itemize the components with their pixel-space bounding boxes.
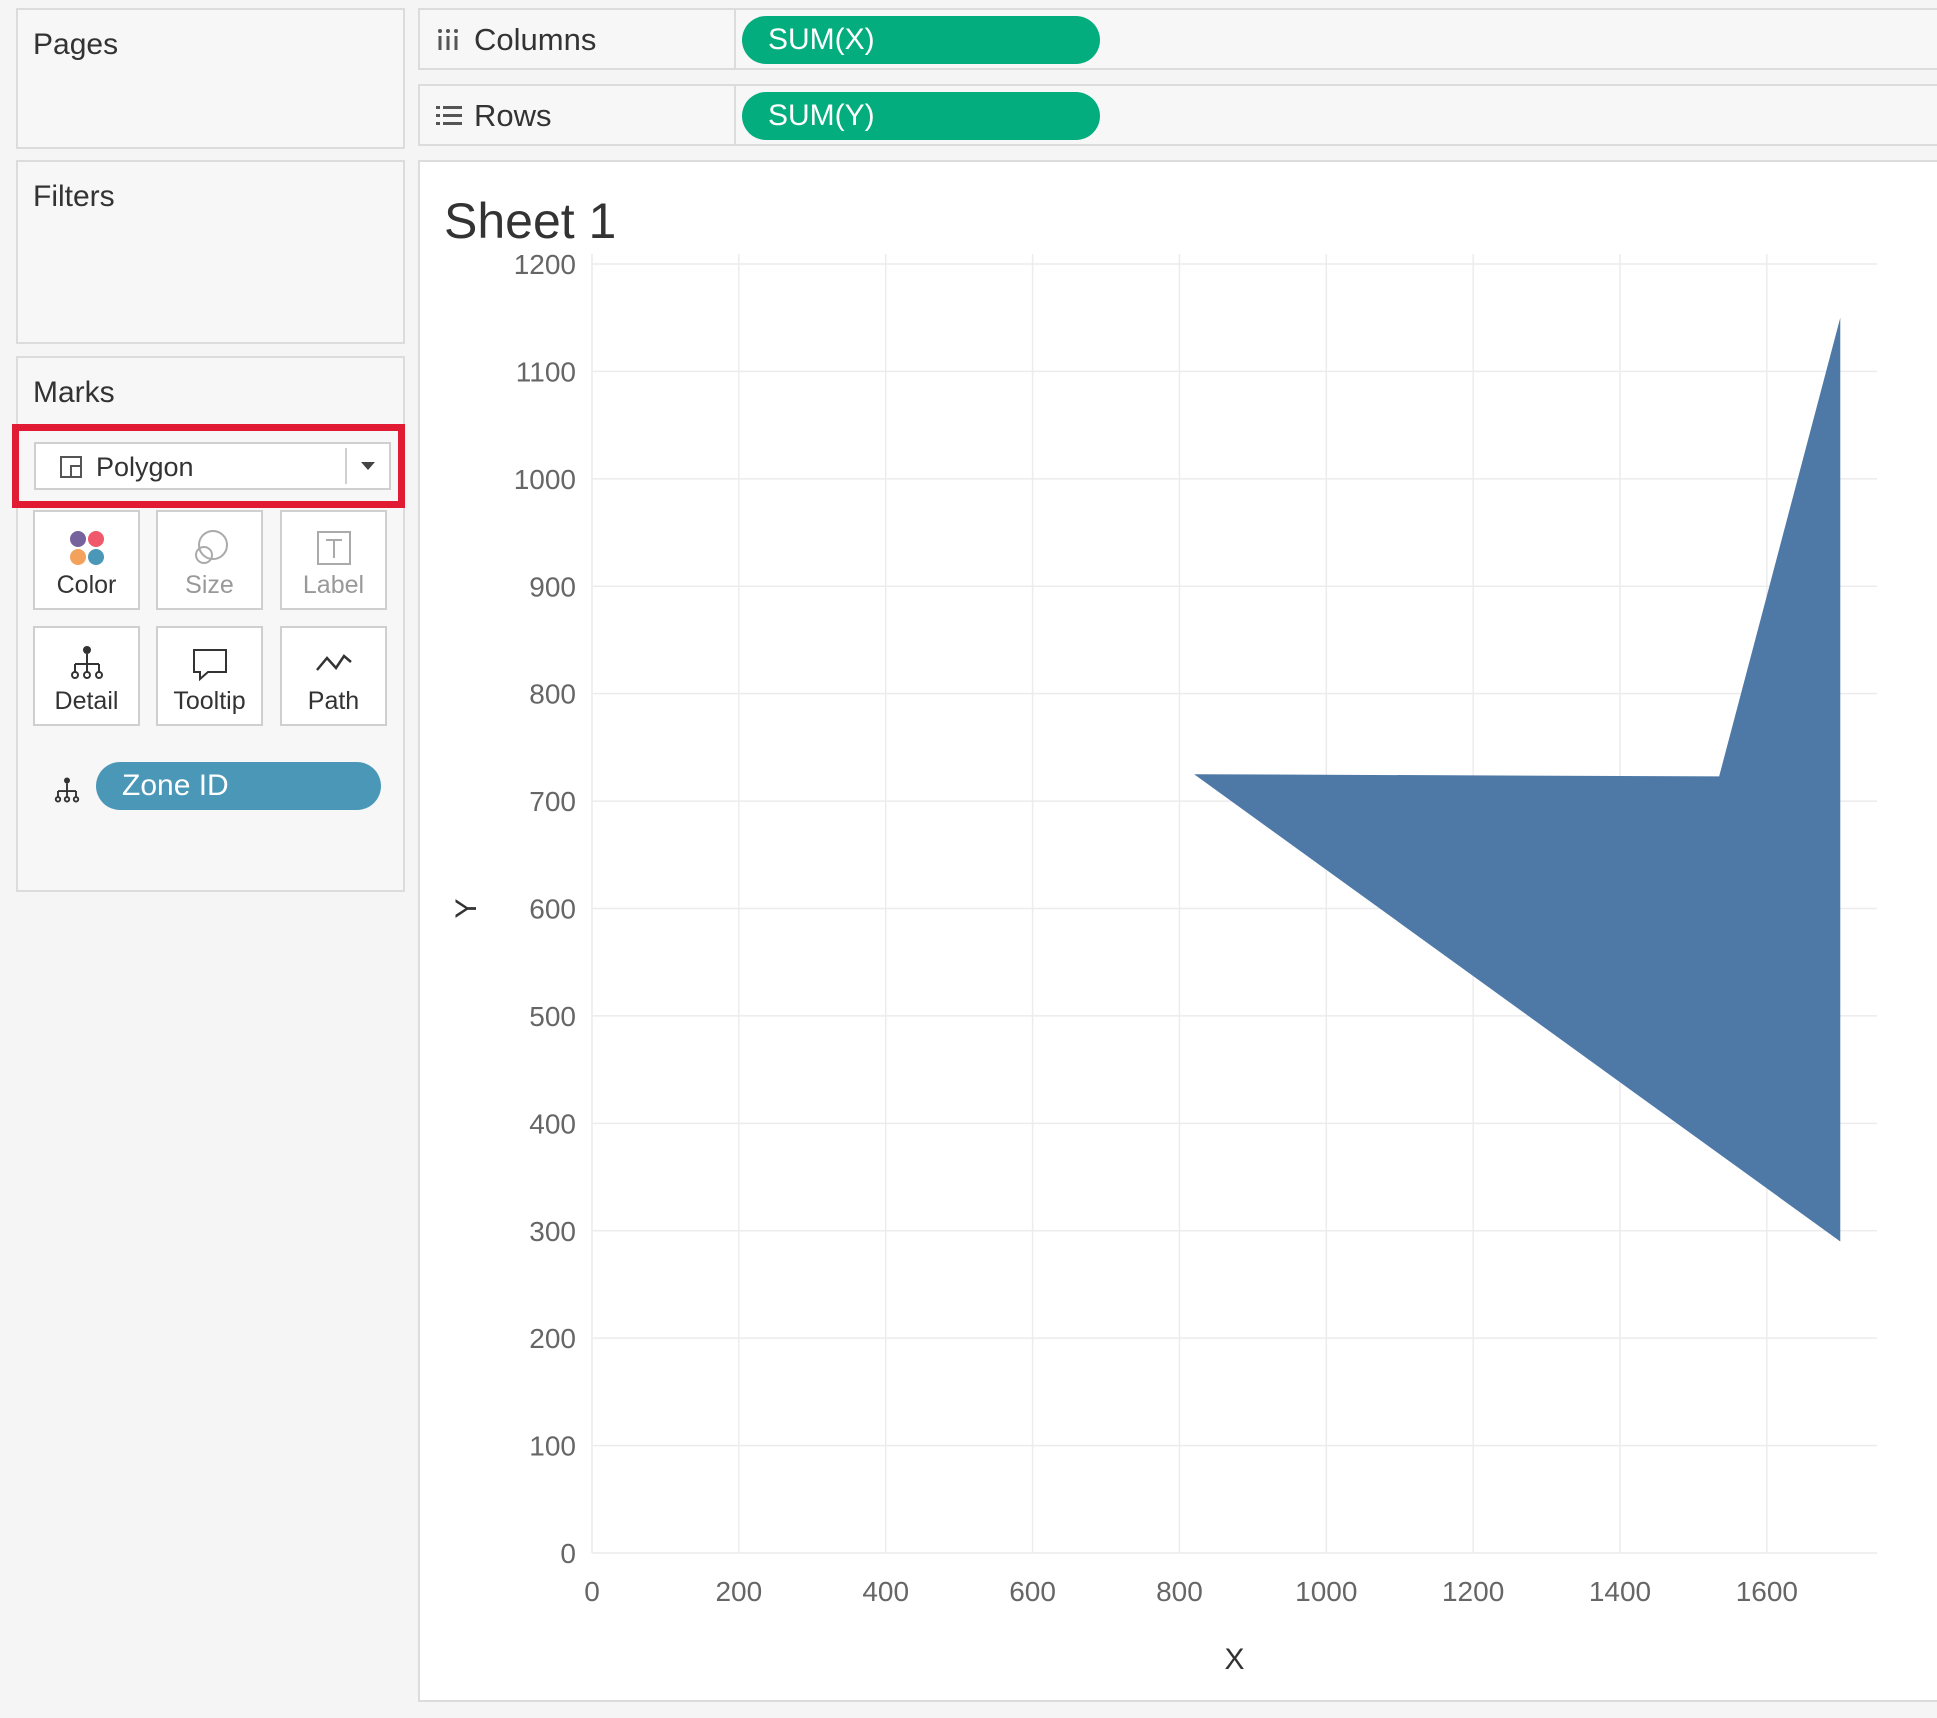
sum-y-pill[interactable]: SUM(Y) [742,92,1100,140]
y-tick-label: 500 [529,1001,576,1032]
mark-type-highlight [12,424,405,508]
x-tick-label: 200 [715,1576,762,1607]
color-icon [69,531,104,565]
y-tick-label: 600 [529,894,576,925]
polygon-chart[interactable]: 0 100 200 300 400 500 600 700 800 900 1000 1100 1200… [420,162,1937,1700]
sum-x-pill[interactable]: SUM(X) [742,16,1100,64]
y-tick-label: 400 [529,1108,576,1139]
y-tick-label: 900 [529,571,576,602]
x-tick-label: 1400 [1589,1576,1651,1607]
y-tick-label: 100 [529,1431,576,1462]
tooltip-button[interactable]: Tooltip [156,626,263,726]
y-tick-label: 1200 [514,249,576,280]
path-icon [315,654,352,671]
path-button[interactable]: Path [280,626,387,726]
x-tick-label: 1200 [1442,1576,1504,1607]
color-label: Color [56,571,117,599]
y-tick-label: 0 [560,1538,576,1569]
y-axis-title: Y [450,898,483,918]
columns-shelf[interactable]: Columns SUM(X) [418,8,1937,70]
shelf-divider [734,10,736,68]
filters-card: Filters [16,160,405,344]
pages-title: Pages [33,28,119,61]
filters-title: Filters [33,180,115,213]
color-button[interactable]: Color [33,510,140,610]
path-label: Path [307,687,360,715]
tooltip-icon [192,649,227,682]
y-tick-label: 1000 [514,464,576,495]
shelf-divider [734,86,736,144]
y-tick-label: 300 [529,1216,576,1247]
y-tick-label: 200 [529,1323,576,1354]
size-icon [194,530,228,564]
detail-label: Detail [54,687,119,715]
x-tick-label: 600 [1009,1576,1056,1607]
size-button[interactable]: Size [156,510,263,610]
x-tick-label: 800 [1156,1576,1203,1607]
y-tick-label: 700 [529,786,576,817]
y-axis-ticks: 0 100 200 300 400 500 600 700 800 900 1000 1100 1200 [514,249,576,1569]
detail-button[interactable]: Detail [33,626,140,726]
detail-icon [70,646,103,679]
x-tick-label: 0 [584,1576,600,1607]
sheet-view: Sheet 1 0 100 200 300 400 500 600 700 800 900 1000… [418,160,1937,1702]
pages-card: Pages [16,8,405,149]
rows-label: Rows [474,98,552,133]
marks-title: Marks [33,376,115,409]
detail-icon [54,777,80,803]
label-button[interactable]: Label [280,510,387,610]
x-axis-title: X [1224,1643,1244,1676]
columns-icon [438,29,458,50]
x-tick-label: 1000 [1295,1576,1357,1607]
tooltip-label: Tooltip [173,687,246,715]
x-tick-label: 400 [862,1576,909,1607]
text-label-icon [316,531,351,565]
zone-polygon[interactable] [1194,317,1841,1242]
label-label: Label [302,571,365,599]
x-axis-ticks: 0 200 400 600 800 1000 1200 1400 1600 [584,1576,1798,1607]
size-label: Size [185,571,234,599]
chart-marks [1194,317,1841,1242]
y-tick-label: 800 [529,679,576,710]
y-tick-label: 1100 [516,356,576,387]
zone-id-pill[interactable]: Zone ID [96,762,381,810]
rows-shelf[interactable]: Rows SUM(Y) [418,84,1937,146]
x-tick-label: 1600 [1736,1576,1798,1607]
rows-icon [436,106,462,125]
columns-label: Columns [474,22,597,57]
